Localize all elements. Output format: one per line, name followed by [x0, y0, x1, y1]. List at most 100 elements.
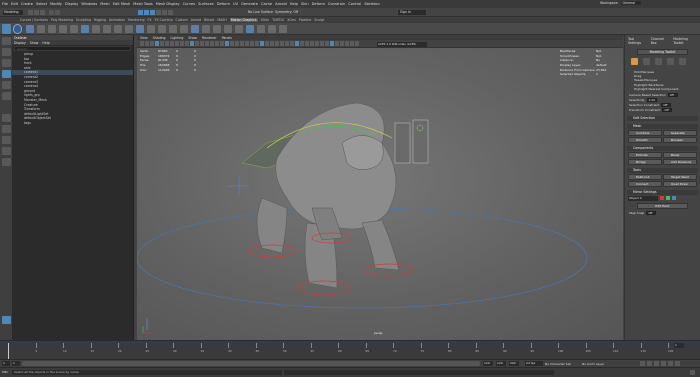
viewport-menu-item[interactable]: Renderer	[202, 36, 217, 40]
toolkit-button[interactable]: Quad Draw	[663, 180, 697, 187]
shelf-tool-icon[interactable]	[158, 25, 166, 33]
menu-item-0[interactable]: File	[2, 2, 8, 6]
viewport-tool-icon[interactable]	[205, 41, 209, 46]
layout-four-icon[interactable]	[1, 125, 11, 133]
shelf-tool-icon[interactable]	[26, 25, 34, 33]
snap-point-icon[interactable]	[168, 10, 173, 15]
shelf-tab-1[interactable]: Poly Modeling	[51, 18, 73, 22]
shelf-tab-6[interactable]: FX	[148, 18, 152, 22]
play-backward-icon[interactable]	[654, 361, 659, 366]
shelf-tool-icon[interactable]	[103, 25, 111, 33]
viewport-tool-icon[interactable]	[175, 41, 179, 46]
creature-leg-front-right[interactable]	[361, 219, 400, 271]
toolkit-button[interactable]: Multi-Cut	[628, 173, 662, 180]
shelf-tab-4[interactable]: Animation	[109, 18, 125, 22]
component-mode-icon[interactable]	[655, 58, 662, 65]
mesh-section-header[interactable]: Mesh	[627, 123, 698, 129]
viewport-tool-icon[interactable]	[310, 41, 314, 46]
time-slider[interactable]: 5 10 15 20 25 30 35 40 45 50 55 60 65 70 75 80 85 90 95 100…	[0, 340, 700, 360]
viewport-tool-icon[interactable]	[150, 41, 154, 46]
symmetry-label[interactable]: Symmetry: Off	[275, 10, 298, 14]
menu-item-3[interactable]: Select	[36, 2, 47, 6]
viewport-scene[interactable]: persp	[136, 48, 623, 340]
shelf-tool-icon[interactable]	[246, 25, 254, 33]
outliner-menu-item[interactable]: Show	[30, 41, 39, 45]
select-tool-icon[interactable]	[1, 37, 11, 45]
shelf-tool-icon[interactable]	[59, 25, 67, 33]
snap-curve-icon[interactable]	[162, 10, 167, 15]
menu-item-7[interactable]: Mesh	[100, 2, 109, 6]
field-value[interactable]: Off	[661, 103, 672, 108]
move-tool-icon[interactable]	[1, 70, 11, 78]
range-bar[interactable]	[22, 361, 480, 366]
menu-item-18[interactable]: Help	[290, 2, 298, 6]
shelf-tool-icon[interactable]	[125, 25, 133, 33]
viewport-tool-icon[interactable]	[230, 41, 234, 46]
viewport-tool-icon[interactable]	[185, 41, 189, 46]
live-surface-label[interactable]: No Live Surface	[248, 10, 273, 14]
new-scene-icon[interactable]	[28, 10, 33, 15]
shelf-tab-5[interactable]: Rendering	[128, 18, 144, 22]
toolkit-button[interactable]: Smooth	[628, 136, 662, 143]
viewport-tool-icon[interactable]	[325, 41, 329, 46]
facial-control-panel-b[interactable]	[412, 119, 429, 164]
viewport-tool-icon[interactable]	[350, 41, 354, 46]
viewport-tool-icon[interactable]	[155, 41, 159, 46]
shelf-tool-icon[interactable]	[257, 25, 265, 33]
shelf-tool-icon[interactable]	[213, 25, 221, 33]
menu-item-14[interactable]: UV	[233, 2, 238, 6]
playback-end-field[interactable]: 120	[483, 361, 493, 366]
menu-item-11[interactable]: Curves	[183, 2, 195, 6]
viewport-tool-icon[interactable]	[210, 41, 214, 46]
viewport-tool-icon[interactable]	[335, 41, 339, 46]
components-section-header[interactable]: Components	[627, 145, 698, 151]
viewport-tool-icon[interactable]	[270, 41, 274, 46]
viewport-tool-icon[interactable]	[275, 41, 279, 46]
toolkit-button[interactable]: Bridge	[628, 158, 662, 165]
shelf-tool-icon[interactable]	[70, 25, 78, 33]
axis-z-icon[interactable]	[672, 196, 676, 201]
viewport-tool-icon[interactable]	[340, 41, 344, 46]
viewport-tool-icon[interactable]	[235, 41, 239, 46]
toolkit-button[interactable]: Bevel	[663, 151, 697, 158]
menu-item-16[interactable]: Cache	[261, 2, 272, 6]
step-back-icon[interactable]	[647, 361, 652, 366]
outliner-item[interactable]: tags	[12, 121, 133, 126]
menu-item-21[interactable]: Constrain	[328, 2, 345, 6]
viewport-menu-item[interactable]: Lighting	[171, 36, 184, 40]
go-to-start-icon[interactable]	[640, 361, 645, 366]
selection-option[interactable]: Highlight Nearest Component	[625, 87, 700, 91]
viewport-tool-icon[interactable]	[195, 41, 199, 46]
menu-item-9[interactable]: Mesh Tools	[133, 2, 152, 6]
current-frame-field[interactable]: 1	[674, 343, 684, 348]
shelf-tab-7[interactable]: FX Caching	[155, 18, 173, 22]
axis-x-icon[interactable]	[660, 196, 664, 201]
viewport-tool-icon[interactable]	[160, 41, 164, 46]
outliner-search[interactable]: Search...	[14, 46, 131, 51]
shelf-tool-icon[interactable]	[235, 25, 243, 33]
layout-single-icon[interactable]	[1, 114, 11, 122]
menu-item-6[interactable]: Windows	[81, 2, 97, 6]
viewport-tool-icon[interactable]	[300, 41, 304, 46]
max-time-field[interactable]: 200	[509, 361, 519, 366]
mode-selector[interactable]: Modeling	[3, 10, 23, 15]
script-language-label[interactable]: MEL	[2, 370, 8, 374]
menu-item-15[interactable]: Generate	[241, 2, 258, 6]
snap-grid-icon[interactable]	[156, 10, 161, 15]
step-forward-icon[interactable]	[668, 361, 673, 366]
locator-marker[interactable]	[229, 176, 249, 196]
open-scene-icon[interactable]	[34, 10, 39, 15]
viewport-tool-icon[interactable]	[330, 41, 334, 46]
shelf-tab-10[interactable]: Bifrost	[204, 18, 214, 22]
outliner-menu-item[interactable]: Display	[14, 41, 26, 45]
current-time-indicator[interactable]	[8, 343, 9, 360]
menu-item-5[interactable]: Display	[65, 2, 78, 6]
shelf-tool-icon[interactable]	[191, 25, 199, 33]
undo-icon[interactable]	[49, 10, 54, 15]
rotate-tool-icon[interactable]	[1, 81, 11, 89]
redo-icon[interactable]	[55, 10, 60, 15]
menu-item-10[interactable]: Mesh Display	[156, 2, 180, 6]
workspace-select[interactable]: General	[620, 1, 642, 5]
shelf-tab-16[interactable]: Pipeline	[299, 18, 311, 22]
save-scene-icon[interactable]	[40, 10, 45, 15]
